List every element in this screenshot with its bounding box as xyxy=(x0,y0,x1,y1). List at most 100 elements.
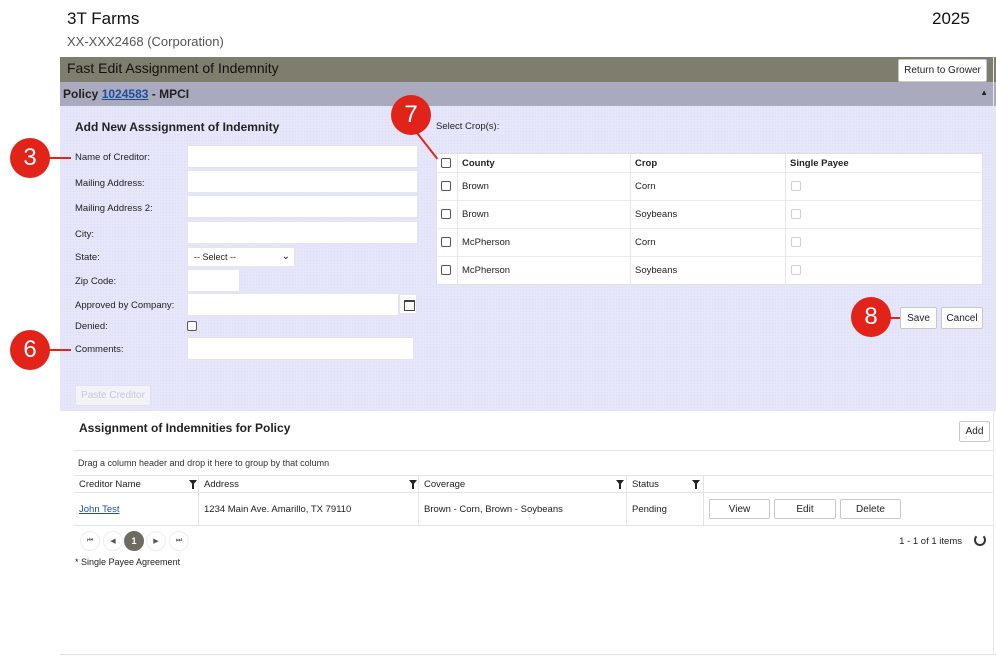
crop-county: McPherson xyxy=(462,237,511,248)
single-payee-column-header: Single Payee xyxy=(790,157,849,169)
crop-name: Corn xyxy=(635,181,656,192)
crop-row-checkbox[interactable] xyxy=(441,265,451,275)
policy-number-link[interactable]: 1024583 xyxy=(102,87,149,101)
view-button[interactable]: View xyxy=(709,499,770,519)
callout-badge: 6 xyxy=(10,330,50,370)
county-column-header: County xyxy=(462,157,495,169)
filter-icon[interactable] xyxy=(189,480,197,489)
policy-label: Policy 1024583 - MPCI xyxy=(63,87,189,101)
paste-creditor-button[interactable]: Paste Creditor xyxy=(75,385,151,406)
mailing-address-2-input[interactable] xyxy=(187,195,418,218)
filter-icon[interactable] xyxy=(409,480,417,489)
state-select-value: -- Select -- xyxy=(194,252,237,262)
edit-button[interactable]: Edit xyxy=(774,499,836,519)
filter-icon[interactable] xyxy=(616,480,624,489)
creditor-name-link[interactable]: John Test xyxy=(79,504,120,515)
select-crops-label: Select Crop(s): xyxy=(436,121,500,132)
add-assignment-title: Add New Asssignment of Indemnity xyxy=(75,120,280,134)
address-header[interactable]: Address xyxy=(198,476,418,492)
crop-row-checkbox[interactable] xyxy=(441,181,451,191)
mailing-address-2-label: Mailing Address 2: xyxy=(75,203,153,214)
name-of-creditor-input[interactable] xyxy=(187,145,418,168)
crop-row: McPherson Soybeans xyxy=(437,256,982,284)
status-cell: Pending xyxy=(626,493,703,525)
refresh-icon[interactable] xyxy=(974,534,986,546)
group-by-hint: Drag a column header and drop it here to… xyxy=(78,458,330,468)
delete-button[interactable]: Delete xyxy=(840,499,901,519)
last-page-icon[interactable]: ⏭ xyxy=(169,531,189,551)
single-payee-checkbox[interactable] xyxy=(791,237,801,247)
zip-code-input[interactable] xyxy=(187,269,240,292)
first-page-icon[interactable]: ⏮ xyxy=(80,531,100,551)
calendar-icon[interactable] xyxy=(399,294,417,314)
callout-badge: 3 xyxy=(10,138,50,178)
zip-code-label: Zip Code: xyxy=(75,276,117,287)
add-assignment-button[interactable]: Add xyxy=(959,421,990,442)
policy-bar[interactable]: Policy 1024583 - MPCI ▲ xyxy=(60,82,996,106)
crop-column-header: Crop xyxy=(635,157,658,169)
crop-name: Soybeans xyxy=(635,265,678,276)
denied-checkbox[interactable] xyxy=(187,321,197,331)
crop-county: Brown xyxy=(462,181,489,192)
approved-by-company-label: Approved by Company: xyxy=(75,300,175,311)
cancel-button[interactable]: Cancel xyxy=(941,307,983,329)
approved-date-input[interactable] xyxy=(187,293,399,316)
save-button[interactable]: Save xyxy=(900,307,937,329)
state-label: State: xyxy=(75,252,100,263)
mailing-address-label: Mailing Address: xyxy=(75,178,145,189)
grid-pager: ⏮ ◀ 1 ▶ ⏭ 1 - 1 of 1 items xyxy=(74,528,994,556)
state-select[interactable]: -- Select -- ⌄ xyxy=(187,247,295,267)
mailing-address-input[interactable] xyxy=(187,170,418,193)
title-bar: Fast Edit Assignment of Indemnity xyxy=(60,57,996,82)
chevron-down-icon: ⌄ xyxy=(281,251,290,262)
crop-county: Brown xyxy=(462,209,489,220)
creditor-name-header[interactable]: Creditor Name xyxy=(74,476,198,492)
return-to-grower-button[interactable]: Return to Grower xyxy=(898,59,987,82)
crop-name: Corn xyxy=(635,237,656,248)
single-payee-checkbox[interactable] xyxy=(791,265,801,275)
crop-year: 2025 xyxy=(932,9,970,28)
callout-badge: 7 xyxy=(391,95,431,135)
crop-selection-table: County Crop Single Payee Brown Corn Brow… xyxy=(436,153,983,285)
coverage-header[interactable]: Coverage xyxy=(418,476,626,492)
crop-row: McPherson Corn xyxy=(437,228,982,256)
farm-name: 3T Farms xyxy=(67,9,140,28)
crop-row-checkbox[interactable] xyxy=(441,209,451,219)
city-input[interactable] xyxy=(187,221,418,244)
address-cell: 1234 Main Ave. Amarillo, TX 79110 xyxy=(198,493,418,525)
select-all-crops-checkbox[interactable] xyxy=(441,158,451,168)
current-page-button[interactable]: 1 xyxy=(124,531,144,551)
callout-badge: 8 xyxy=(851,297,891,337)
crop-row: Brown Corn xyxy=(437,172,982,200)
right-border xyxy=(993,57,994,655)
coverage-cell: Brown - Corn, Brown - Soybeans xyxy=(418,493,626,525)
city-label: City: xyxy=(75,229,94,240)
crop-county: McPherson xyxy=(462,265,511,276)
policy-prefix: Policy xyxy=(63,87,99,101)
crop-name: Soybeans xyxy=(635,209,678,220)
table-row: John Test 1234 Main Ave. Amarillo, TX 79… xyxy=(74,493,994,526)
actions-header xyxy=(703,476,994,492)
farm-id: XX-XXX2468 (Corporation) xyxy=(67,34,224,49)
crop-table-header: County Crop Single Payee xyxy=(437,154,982,172)
comments-input[interactable] xyxy=(187,337,414,360)
collapse-arrow-icon[interactable]: ▲ xyxy=(980,88,988,97)
name-of-creditor-label: Name of Creditor: xyxy=(75,152,150,163)
bottom-divider xyxy=(60,654,996,655)
page-title: Fast Edit Assignment of Indemnity xyxy=(67,60,279,76)
denied-label: Denied: xyxy=(75,321,108,332)
crop-row-checkbox[interactable] xyxy=(441,237,451,247)
next-page-icon[interactable]: ▶ xyxy=(146,531,166,551)
filter-icon[interactable] xyxy=(692,480,700,489)
comments-label: Comments: xyxy=(75,344,124,355)
assignments-grid: Drag a column header and drop it here to… xyxy=(74,450,994,555)
policy-suffix: - MPCI xyxy=(151,87,190,101)
assignments-grid-title: Assignment of Indemnities for Policy xyxy=(79,421,291,435)
prev-page-icon[interactable]: ◀ xyxy=(103,531,123,551)
crop-row: Brown Soybeans xyxy=(437,200,982,228)
items-info: 1 - 1 of 1 items xyxy=(899,536,962,547)
single-payee-checkbox[interactable] xyxy=(791,181,801,191)
grid-header: Creditor Name Address Coverage Status xyxy=(74,475,994,493)
single-payee-checkbox[interactable] xyxy=(791,209,801,219)
single-payee-footnote: * Single Payee Agreement xyxy=(75,557,181,567)
